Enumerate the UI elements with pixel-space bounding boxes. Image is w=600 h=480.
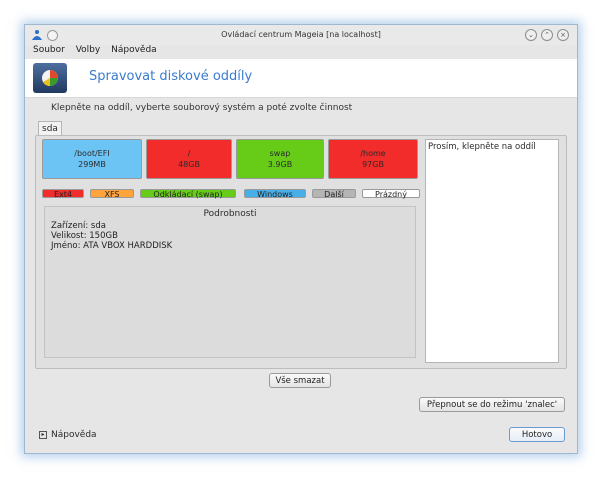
partition-name: /boot/EFI: [74, 149, 110, 158]
name-info: Jméno: ATA VBOX HARDDISK: [51, 241, 173, 251]
maximize-icon[interactable]: ⌃: [541, 29, 553, 41]
close-icon[interactable]: ×: [557, 29, 569, 41]
size-info: Velikost: 150GB: [51, 231, 118, 241]
details-title: Podrobnosti: [203, 209, 257, 219]
partition-name: /home: [360, 149, 386, 158]
info-panel: Prosím, klepněte na oddíl: [425, 139, 559, 363]
partition-panel: /boot/EFI 299MB / 48GB swap 3.9GB /home …: [35, 135, 567, 369]
partition-size: 97GB: [362, 160, 384, 169]
page-title: Spravovat diskové oddíly: [89, 69, 253, 84]
app-window: Ovládací centrum Mageia [na localhost] ⌄…: [24, 24, 578, 454]
partition-size: 48GB: [178, 160, 200, 169]
menu-volby[interactable]: Volby: [76, 45, 101, 55]
title-bar: Ovládací centrum Mageia [na localhost] ⌄…: [25, 25, 577, 45]
minimize-icon[interactable]: ⌄: [525, 29, 537, 41]
instruction-text: Klepněte na oddíl, vyberte souborový sys…: [51, 103, 353, 113]
disk-partition-icon: [33, 63, 67, 93]
clear-all-button[interactable]: Vše smazat: [269, 373, 331, 388]
done-button[interactable]: Hotovo: [509, 427, 565, 442]
menu-soubor[interactable]: Soubor: [33, 45, 65, 55]
legend-xfs[interactable]: XFS: [90, 189, 134, 199]
legend-empty[interactable]: Prázdný: [362, 189, 420, 199]
help-label[interactable]: Nápověda: [51, 430, 97, 440]
partition-boot-efi[interactable]: /boot/EFI 299MB: [42, 139, 142, 179]
legend-other[interactable]: Další: [312, 189, 356, 199]
menu-napoveda[interactable]: Nápověda: [111, 45, 157, 55]
partition-name: swap: [269, 149, 291, 158]
details-box: Podrobnosti Zařízení: sda Velikost: 150G…: [44, 206, 416, 358]
header-banner: Spravovat diskové oddíly: [25, 59, 577, 98]
help-expander-icon[interactable]: ▸: [39, 431, 47, 439]
partition-size: 3.9GB: [267, 160, 293, 169]
legend-ext4[interactable]: Ext4: [42, 189, 84, 199]
menu-bar: Soubor Volby Nápověda: [33, 45, 165, 59]
legend-windows[interactable]: Windows: [244, 189, 306, 199]
partition-root[interactable]: / 48GB: [146, 139, 232, 179]
tab-sda[interactable]: sda: [38, 121, 62, 136]
partition-size: 299MB: [78, 160, 106, 169]
expert-mode-button[interactable]: Přepnout se do režimu 'znalec': [419, 397, 565, 412]
partition-home[interactable]: /home 97GB: [328, 139, 418, 179]
disk-pie-icon: [42, 70, 58, 87]
partition-name: /: [187, 149, 191, 158]
device-info: Zařízení: sda: [51, 221, 106, 231]
legend-swap[interactable]: Odkládací (swap): [140, 189, 236, 199]
partition-swap[interactable]: swap 3.9GB: [236, 139, 324, 179]
window-title: Ovládací centrum Mageia [na localhost]: [221, 30, 381, 39]
